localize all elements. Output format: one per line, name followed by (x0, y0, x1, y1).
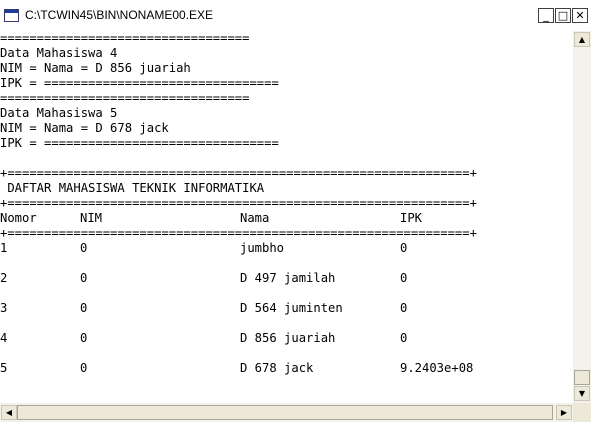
cell-nama: D 856 juariah (240, 331, 336, 345)
table-border: +=======================================… (0, 196, 477, 210)
scroll-right-icon[interactable]: ▶ (556, 405, 572, 420)
cell-nim: 0 (80, 331, 88, 345)
cell-nomor: 3 (0, 301, 8, 315)
title-bar[interactable]: C:\TCWIN45\BIN\NONAME00.EXE _ □ ✕ (0, 0, 591, 32)
cell-nim: 0 (80, 241, 88, 255)
record-4-ipk: IPK = ================================ (0, 76, 279, 90)
vertical-scroll-thumb[interactable] (574, 370, 590, 385)
cell-nim: 0 (80, 301, 88, 315)
close-button[interactable]: ✕ (572, 8, 588, 23)
table-row: 2 0 D 497 jamilah 0 (0, 271, 560, 286)
cell-ipk: 0 (400, 271, 408, 285)
table-row: 3 0 D 564 juminten 0 (0, 301, 560, 316)
header-ipk: IPK (400, 211, 423, 225)
console-output[interactable]: ================================== Data … (0, 31, 573, 403)
window-title: C:\TCWIN45\BIN\NONAME00.EXE (25, 8, 214, 22)
horizontal-scrollbar[interactable]: ◀ ▶ (0, 403, 573, 422)
table-border-top: +=======================================… (0, 166, 477, 180)
record-4-heading: Data Mahasiswa 4 (0, 46, 118, 60)
table-row: 5 0 D 678 jack 9.2403e+08 (0, 361, 560, 376)
record-5-nim-nama: NIM = Nama = D 678 jack (0, 121, 169, 135)
vertical-scrollbar[interactable]: ▲ ▼ (573, 31, 591, 403)
scroll-left-icon[interactable]: ◀ (1, 405, 17, 420)
cell-ipk: 0 (400, 331, 408, 345)
maximize-button[interactable]: □ (555, 8, 571, 23)
record-4-nim-nama: NIM = Nama = D 856 juariah (0, 61, 191, 75)
cell-nama: D 497 jamilah (240, 271, 336, 285)
minimize-button[interactable]: _ (538, 8, 554, 23)
record-5-heading: Data Mahasiswa 5 (0, 106, 118, 120)
scrollbar-corner (573, 403, 591, 422)
header-nomor: Nomor (0, 211, 37, 225)
cell-nama: D 678 jack (240, 361, 314, 375)
table-border-header: +=======================================… (0, 226, 477, 240)
header-nim: NIM (80, 211, 103, 225)
table-title: DAFTAR MAHASISWA TEKNIK INFORMATIKA (0, 181, 265, 195)
table-row: 1 0 jumbho 0 (0, 241, 560, 256)
cell-nomor: 5 (0, 361, 8, 375)
separator-line: ================================== (0, 91, 250, 105)
scroll-up-icon[interactable]: ▲ (574, 32, 590, 47)
cell-nomor: 4 (0, 331, 8, 345)
header-nama: Nama (240, 211, 270, 225)
cell-nomor: 1 (0, 241, 8, 255)
console-window: C:\TCWIN45\BIN\NONAME00.EXE _ □ ✕ ======… (0, 0, 591, 422)
cell-nim: 0 (80, 361, 88, 375)
console-app-icon[interactable] (4, 9, 19, 22)
horizontal-scroll-thumb[interactable] (17, 405, 553, 420)
scroll-down-icon[interactable]: ▼ (574, 386, 590, 401)
cell-ipk: 0 (400, 301, 408, 315)
separator-line: ================================== (0, 31, 250, 45)
cell-nim: 0 (80, 271, 88, 285)
cell-nomor: 2 (0, 271, 8, 285)
cell-ipk: 0 (400, 241, 408, 255)
table-header-row: Nomor NIM Nama IPK (0, 211, 560, 226)
cell-nama: D 564 juminten (240, 301, 343, 315)
cell-nama: jumbho (240, 241, 285, 255)
record-5-ipk: IPK = ================================ (0, 136, 279, 150)
cell-ipk: 9.2403e+08 (400, 361, 474, 375)
table-row: 4 0 D 856 juariah 0 (0, 331, 560, 346)
